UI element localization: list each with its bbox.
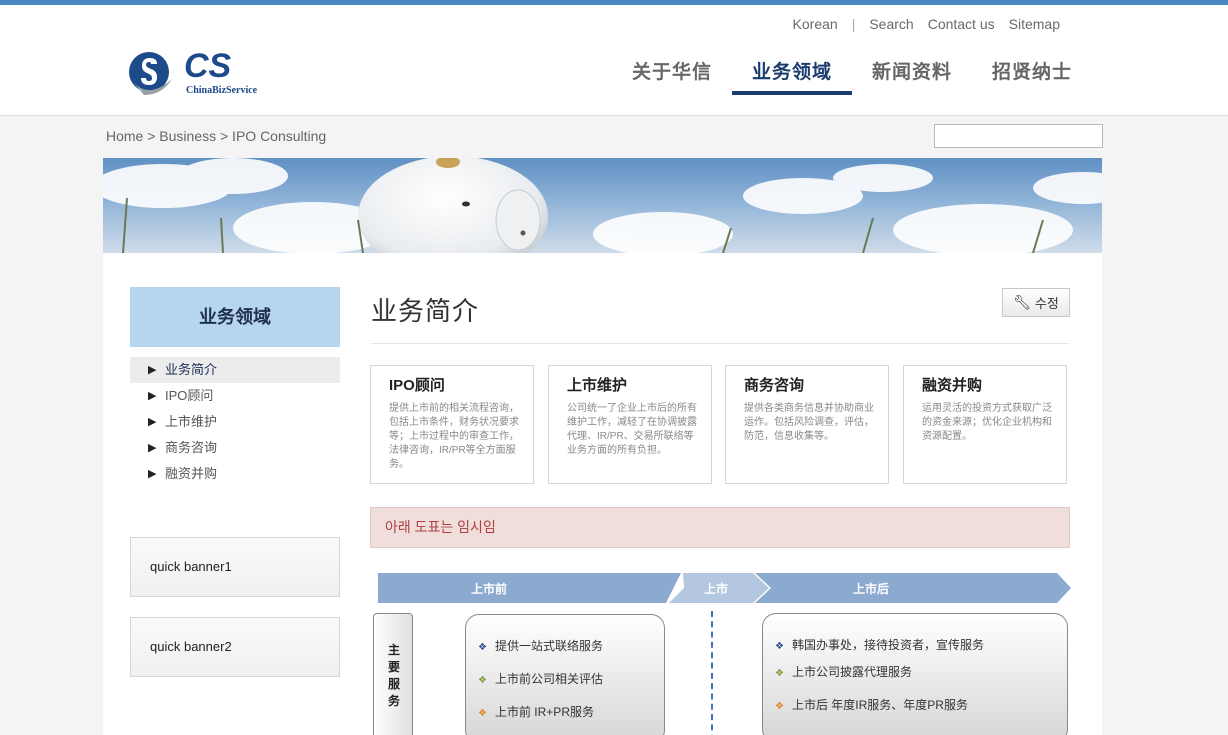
gnb-about[interactable]: 关于华信	[612, 61, 732, 95]
card-description: 公司统一了企业上市后的所有维护工作，减轻了在协调披露代理、IR/PR、交易所联络…	[567, 403, 697, 456]
chevron-right-icon: ▶	[148, 390, 157, 402]
page-title: 业务简介	[371, 296, 480, 326]
chevron-right-icon: ▶	[148, 468, 157, 480]
service-item: ❖ 上市后 年度IR服务、年度PR服务	[775, 698, 968, 712]
lnb-item-maintenance[interactable]: ▶ 上市维护	[130, 409, 340, 435]
stage-arrows: 上市前 上市 上市后	[378, 573, 1071, 603]
card-title: 融资并购	[922, 377, 983, 394]
global-nav: 关于华信 业务领域 新闻资料 招贤纳士	[612, 61, 1092, 95]
card-description: 提供各类商务信息并协助商业运作。包括风险调查，评估，防范，信息收集等。	[744, 403, 874, 442]
local-nav: ▶ 业务简介 ▶ IPO顾问 ▶ 上市维护 ▶ 商务咨询 ▶ 融资并购	[130, 357, 340, 487]
util-korean-link[interactable]: Korean	[793, 16, 838, 32]
service-item: ❖ 上市前公司相关评估	[478, 672, 603, 686]
util-sitemap-link[interactable]: Sitemap	[1009, 16, 1060, 32]
site-header: Korean | Search Contact us Sitemap CS Ch…	[0, 5, 1228, 116]
search-input[interactable]	[934, 124, 1103, 148]
diamond-bullet-icon: ❖	[775, 641, 784, 652]
service-card-consulting[interactable]: 商务咨询 提供各类商务信息并协助商业运作。包括风险调查，评估，防范，信息收集等。	[725, 365, 889, 484]
service-card-ipo[interactable]: IPO顾问 提供上市前的相关流程咨询，包括上市条件，财务状况要求等；上市过程中的…	[370, 365, 534, 484]
diamond-bullet-icon: ❖	[775, 668, 784, 679]
gnb-news[interactable]: 新闻资料	[852, 61, 972, 95]
cs-logo-icon: CS ChinaBizService	[129, 47, 258, 96]
lnb-item-ma[interactable]: ▶ 融资并购	[130, 461, 340, 487]
stage-arrow-post	[755, 573, 1071, 603]
gnb-recruit[interactable]: 招贤纳士	[972, 61, 1092, 95]
pre-ipo-services-box: ❖ 提供一站式联络服务 ❖ 上市前公司相关评估 ❖ 上市前 IR+PR服务	[465, 614, 665, 735]
chevron-right-icon: ▶	[148, 364, 157, 376]
lnb-item-ipo[interactable]: ▶ IPO顾问	[130, 383, 340, 409]
card-description: 运用灵活的投资方式获取广泛的资金来源；优化企业机构和资源配置。	[922, 403, 1052, 442]
title-divider	[371, 343, 1069, 344]
chevron-right-icon: ▶	[148, 416, 157, 428]
lnb-item-consulting[interactable]: ▶ 商务咨询	[130, 435, 340, 461]
service-item: ❖ 上市前 IR+PR服务	[478, 705, 594, 719]
piggy-bank-banner-image	[103, 158, 1102, 253]
stage-label-pre: 上市前	[471, 581, 507, 596]
quick-banner-1[interactable]: quick banner1	[130, 537, 340, 597]
util-separator: |	[851, 16, 856, 32]
diamond-bullet-icon: ❖	[478, 708, 487, 719]
site-logo[interactable]: CS ChinaBizService	[128, 45, 268, 105]
card-description: 提供上市前的相关流程咨询，包括上市条件，财务状况要求等；上市过程中的审查工作，法…	[389, 403, 519, 470]
lnb-title: 业务领域	[130, 287, 340, 347]
process-diagram: 上市前 上市 上市后 主 要 服 务 ❖ 提供一站式联络服务 ❖ 上市前公司相关评估…	[371, 569, 1071, 735]
utility-nav: Korean | Search Contact us Sitemap	[793, 16, 1060, 32]
service-item: ❖ 上市公司披露代理服务	[775, 665, 912, 679]
wrench-icon: 🔧︎	[1013, 294, 1031, 310]
card-title: 上市维护	[567, 377, 628, 394]
hero-banner	[103, 158, 1102, 253]
lnb-item-overview[interactable]: ▶ 业务简介	[130, 357, 340, 383]
post-ipo-services-box: ❖ 韩国办事处，接待投资者，宣传服务 ❖ 上市公司披露代理服务 ❖ 上市后 年度IR服…	[762, 613, 1068, 735]
diamond-bullet-icon: ❖	[478, 675, 487, 686]
card-title: IPO顾问	[389, 377, 445, 394]
diamond-bullet-icon: ❖	[478, 642, 487, 653]
notice-box: 아래 도표는 임시임	[370, 507, 1070, 548]
main-services-label: 主 要 服 务	[387, 643, 400, 708]
edit-button-label: 수정	[1034, 296, 1059, 311]
util-search-link[interactable]: Search	[869, 16, 913, 32]
chevron-right-icon: ▶	[148, 442, 157, 454]
ipo-divider-line	[711, 611, 713, 735]
stage-label-post: 上市后	[853, 581, 889, 596]
quick-banner-2[interactable]: quick banner2	[130, 617, 340, 677]
svg-text:ChinaBizService: ChinaBizService	[186, 85, 258, 96]
util-contact-link[interactable]: Contact us	[928, 16, 995, 32]
breadcrumb: Home > Business > IPO Consulting	[106, 128, 327, 144]
service-card-ma[interactable]: 融资并购 运用灵活的投资方式获取广泛的资金来源；优化企业机构和资源配置。	[903, 365, 1067, 484]
stage-arrow-pre	[378, 573, 681, 603]
card-title: 商务咨询	[744, 377, 805, 394]
content-area: 业务领域 ▶ 业务简介 ▶ IPO顾问 ▶ 上市维护 ▶ 商务咨询 ▶ 融资并购 quic…	[103, 253, 1102, 735]
stage-label-ipo: 上市	[704, 581, 728, 596]
service-item: ❖ 提供一站式联络服务	[478, 639, 603, 653]
service-card-maintenance[interactable]: 上市维护 公司统一了企业上市后的所有维护工作，减轻了在协调披露代理、IR/PR、…	[548, 365, 712, 484]
diamond-bullet-icon: ❖	[775, 701, 784, 712]
svg-text:CS: CS	[184, 47, 232, 85]
main-services-tag: 主 要 服 务	[373, 613, 413, 735]
service-item: ❖ 韩国办事处，接待投资者，宣传服务	[775, 638, 984, 652]
edit-button[interactable]: 🔧︎ 수정	[1002, 288, 1070, 317]
gnb-business[interactable]: 业务领域	[732, 61, 853, 95]
